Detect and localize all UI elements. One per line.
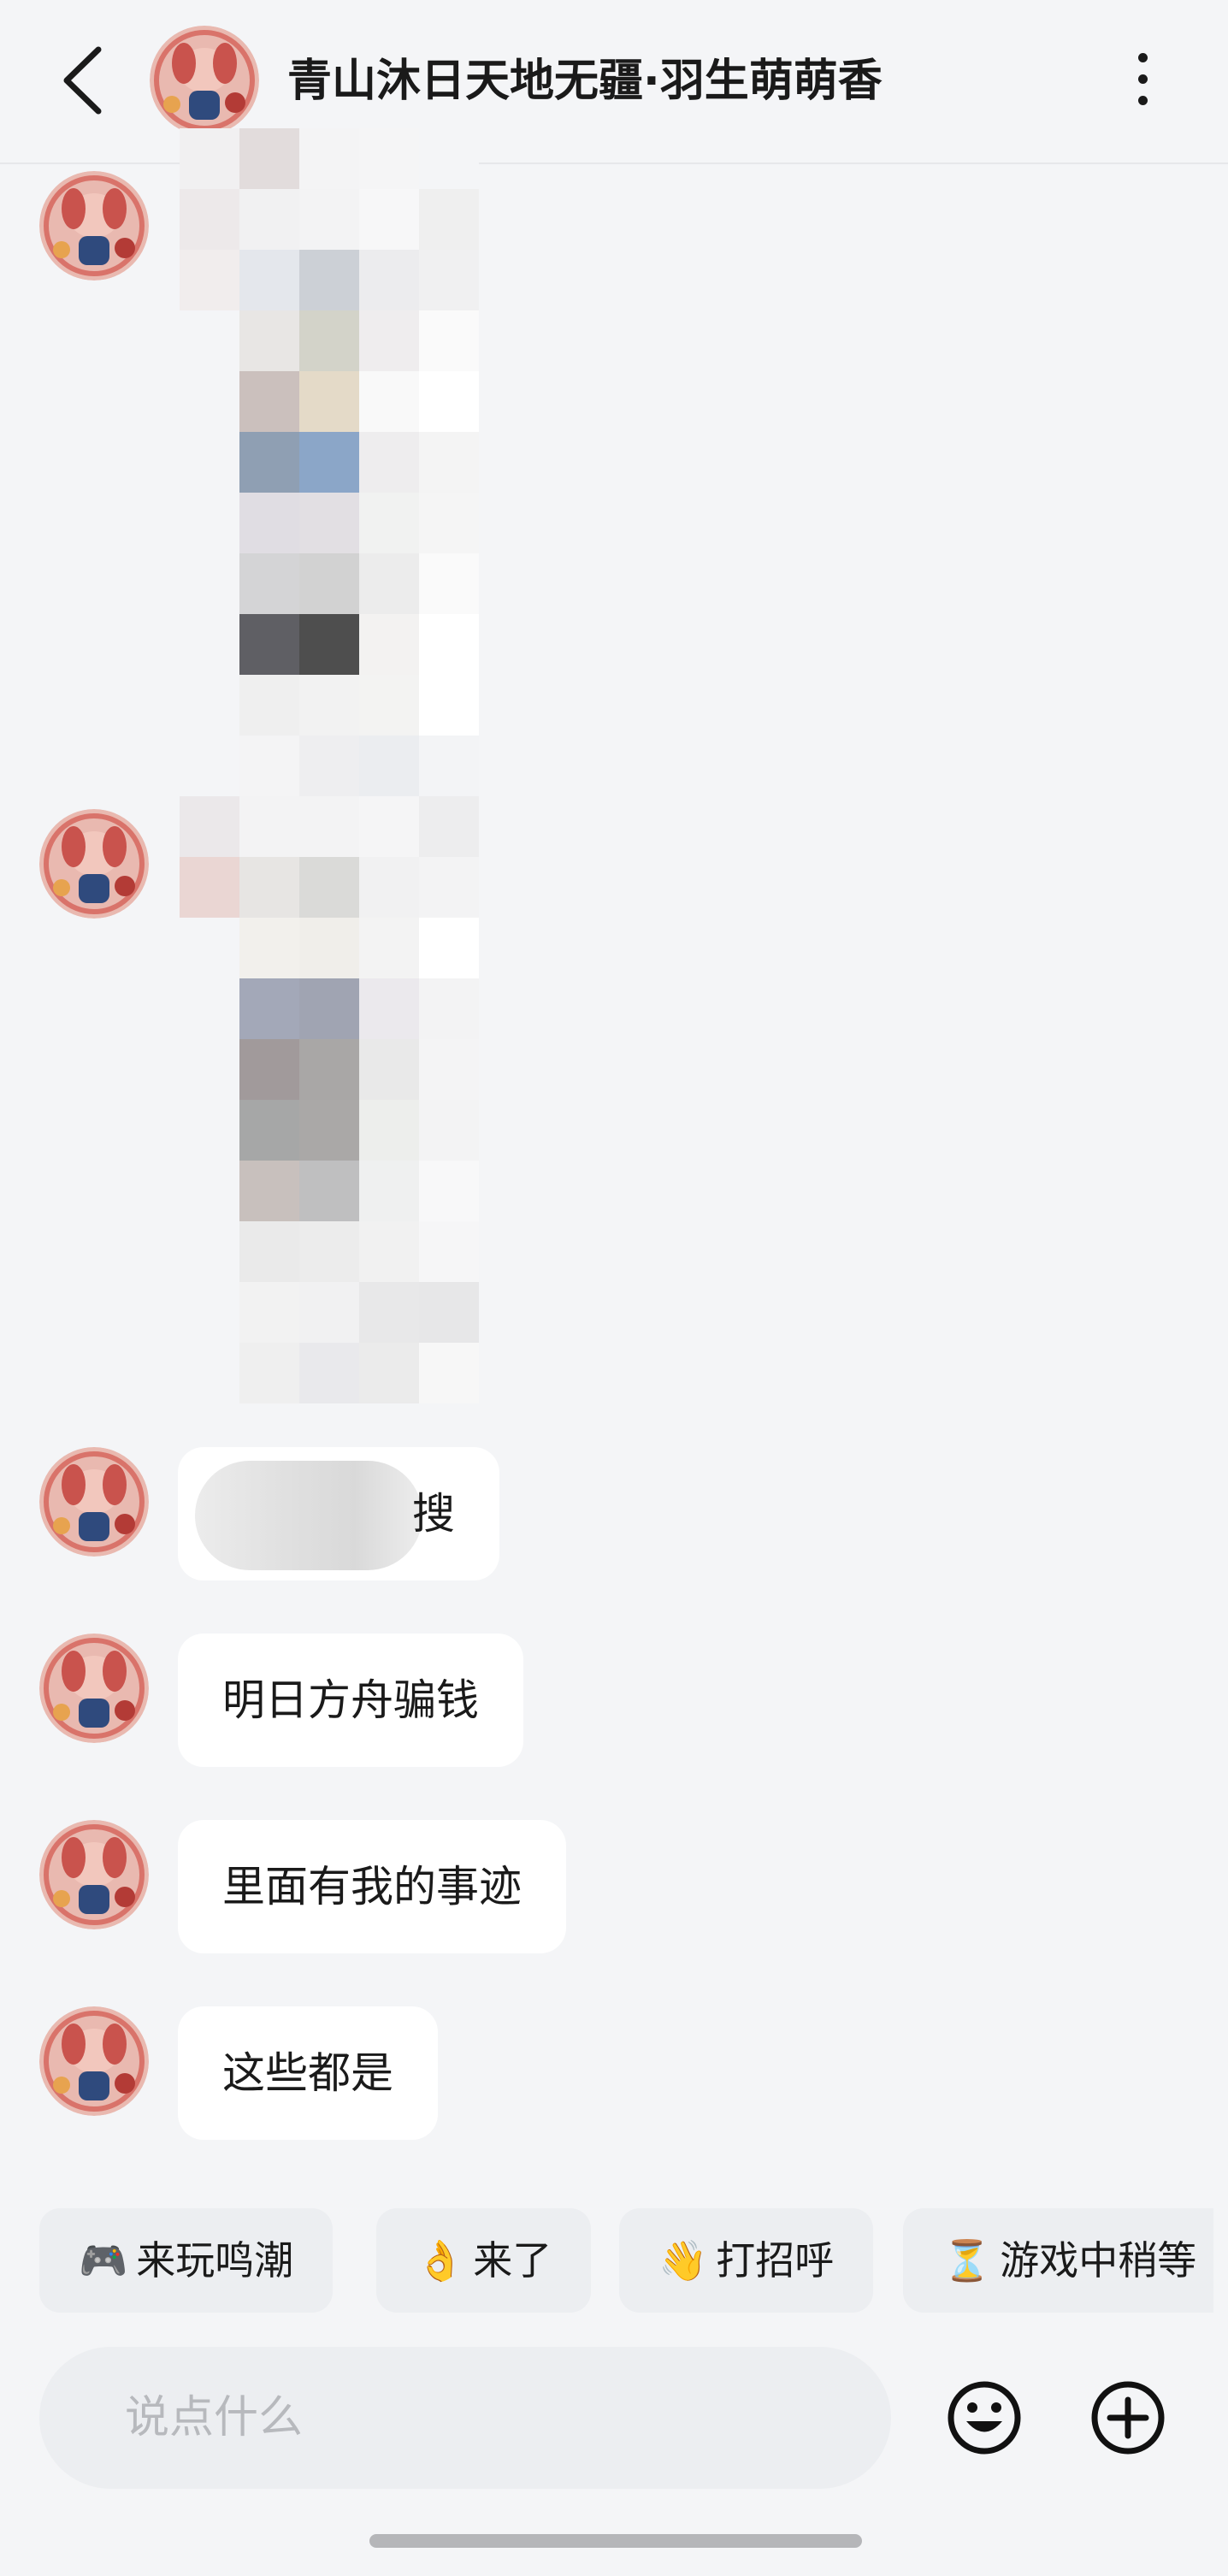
chip-label: 来玩鸣潮: [136, 2237, 294, 2284]
message-bubble[interactable]: 明日方舟骗钱: [178, 1634, 523, 1767]
message-bubble[interactable]: 这些都是: [178, 2006, 438, 2140]
more-dot: [1137, 96, 1148, 105]
message-text: 明日方舟骗钱: [222, 1675, 479, 1725]
blurred-content: [195, 1461, 422, 1570]
smiley-icon: [948, 2381, 1021, 2455]
message-text: 里面有我的事迹: [222, 1862, 522, 1911]
ok-hand-icon: 👌: [416, 2237, 465, 2284]
gamepad-icon: 🎮: [79, 2237, 128, 2284]
quick-reply-chip[interactable]: 👌 来了: [376, 2208, 592, 2313]
chip-label: 游戏中稍等: [1000, 2237, 1197, 2284]
chat-screen: 青山沐日天地无疆·羽生萌萌香 搜 明日方舟骗钱 里面有我的事迹 这些都是 🎮 来…: [0, 0, 1228, 2576]
waving-hand-icon: 👋: [658, 2237, 708, 2284]
contact-avatar[interactable]: [150, 26, 259, 135]
sender-avatar[interactable]: [39, 1447, 149, 1557]
quick-reply-chip[interactable]: 🎮 来玩鸣潮: [39, 2208, 334, 2313]
more-actions-button[interactable]: [1089, 2379, 1166, 2456]
input-placeholder: 说点什么: [125, 2392, 304, 2443]
message-bubble[interactable]: 搜: [178, 1447, 499, 1580]
quick-reply-chip[interactable]: ⏳ 游戏中稍等: [903, 2208, 1214, 2313]
sender-avatar[interactable]: [39, 2006, 149, 2116]
sender-avatar[interactable]: [39, 809, 149, 919]
plus-circle-icon: [1091, 2381, 1165, 2455]
message-text: 搜: [412, 1489, 455, 1539]
sender-avatar[interactable]: [39, 1634, 149, 1743]
image-message-blurred[interactable]: [137, 128, 479, 1403]
message-input[interactable]: 说点什么: [39, 2347, 891, 2489]
more-vertical-icon: [1137, 53, 1148, 62]
hourglass-icon: ⏳: [942, 2237, 992, 2284]
home-indicator[interactable]: [369, 2534, 862, 2548]
sender-avatar[interactable]: [39, 1820, 149, 1929]
quick-reply-bar: 🎮 来玩鸣潮 👌 来了 👋 打招呼 ⏳ 游戏中稍等: [0, 2208, 1228, 2314]
more-options-button[interactable]: [1125, 44, 1160, 116]
message-text: 这些都是: [222, 2048, 393, 2098]
message-bubble[interactable]: 里面有我的事迹: [178, 1820, 566, 1953]
quick-reply-chip[interactable]: 👋 打招呼: [619, 2208, 874, 2313]
chip-label: 来了: [473, 2237, 552, 2284]
more-dot: [1137, 74, 1148, 84]
chat-title: 青山沐日天地无疆·羽生萌萌香: [287, 56, 883, 107]
sender-avatar[interactable]: [39, 171, 149, 281]
chevron-left-icon: [63, 46, 102, 115]
back-button[interactable]: [51, 38, 120, 123]
chip-label: 打招呼: [716, 2237, 835, 2284]
emoji-button[interactable]: [946, 2379, 1023, 2456]
